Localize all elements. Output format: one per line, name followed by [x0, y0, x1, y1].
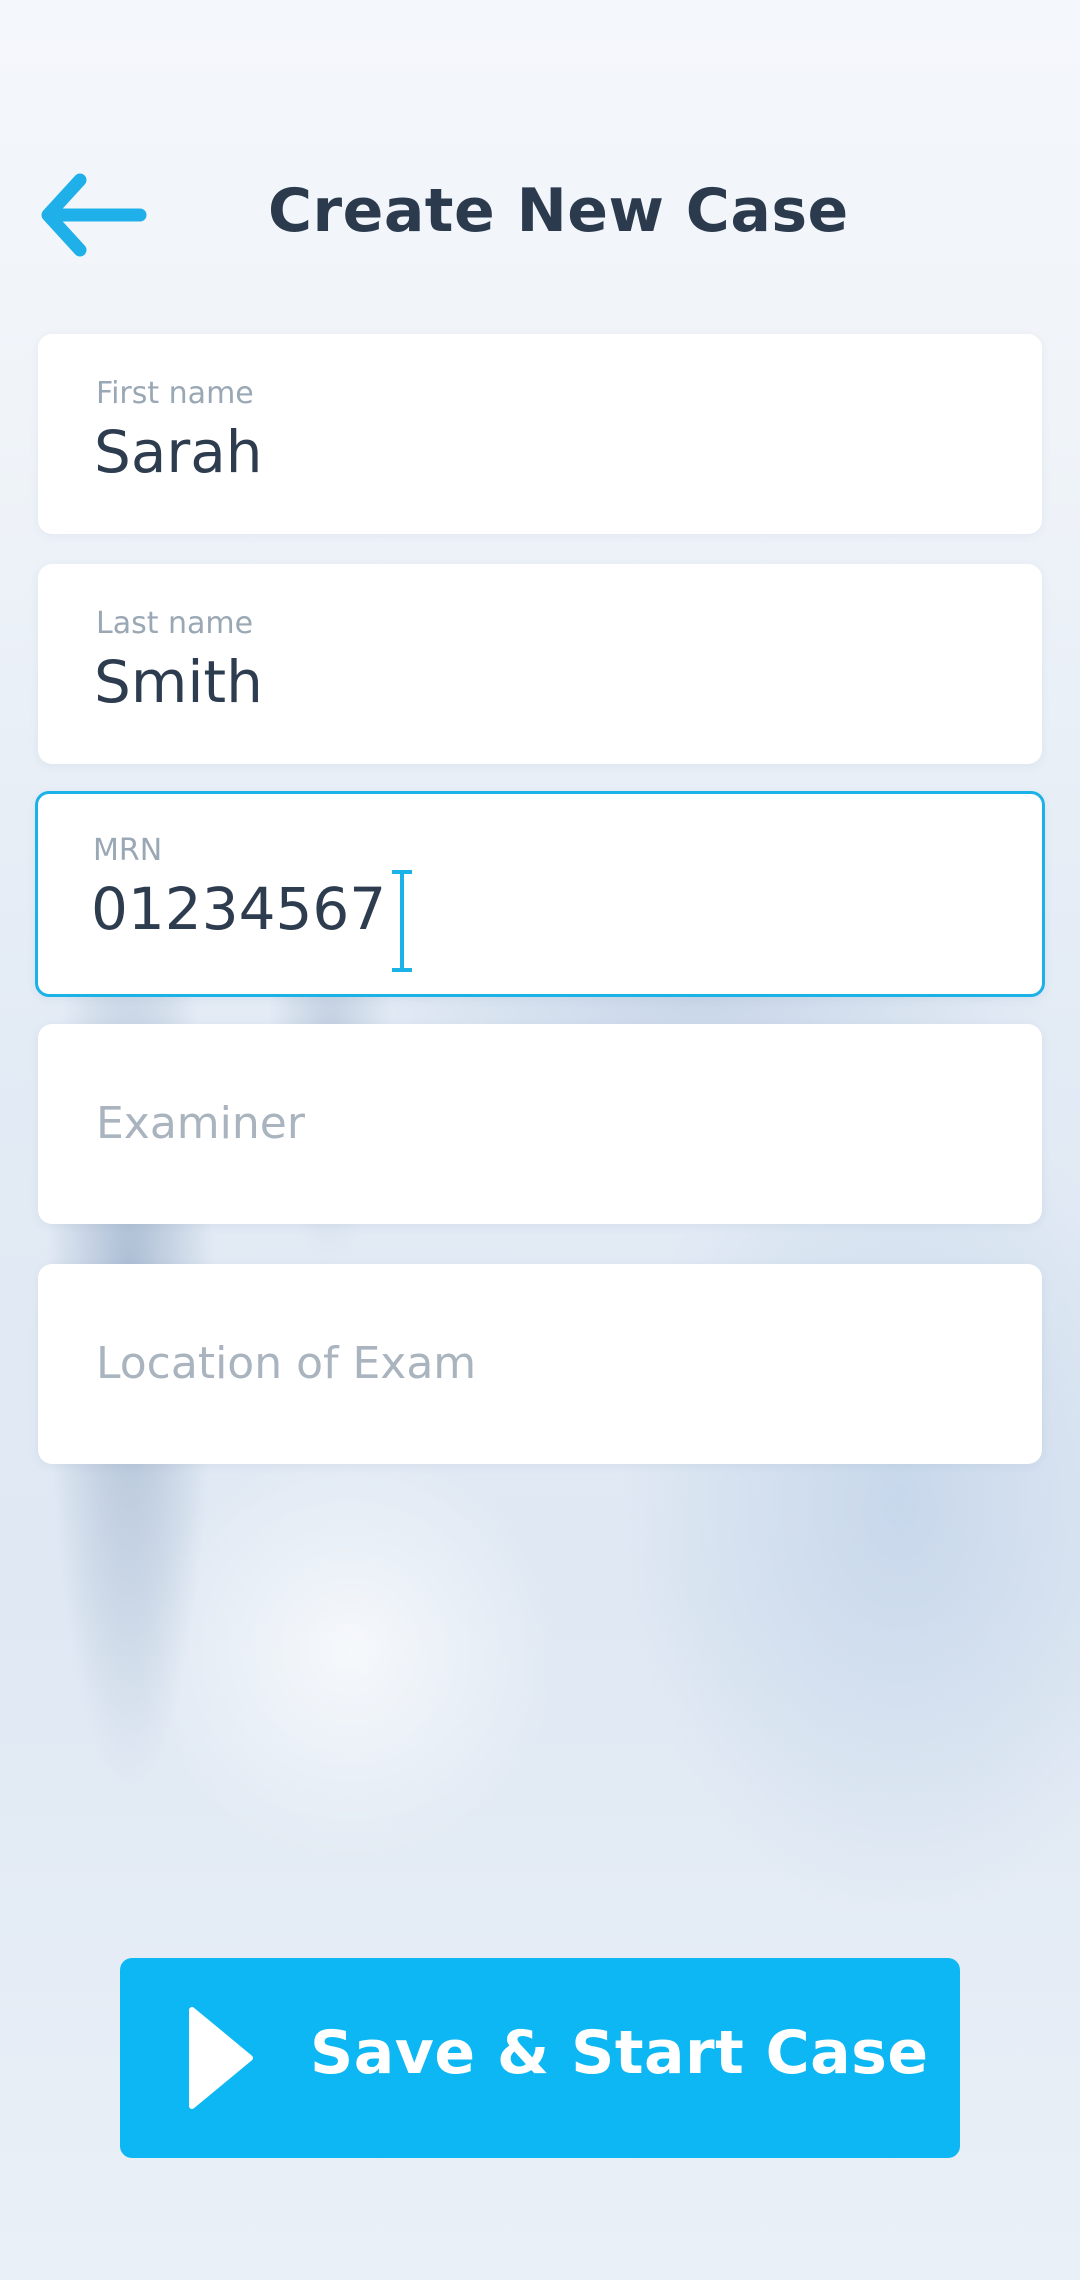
mrn-label: MRN: [93, 833, 163, 868]
first-name-field[interactable]: First name Sarah: [38, 334, 1042, 534]
location-placeholder: Location of Exam: [96, 1338, 477, 1389]
play-icon: [189, 2007, 253, 2109]
examiner-field[interactable]: Examiner: [38, 1024, 1042, 1224]
text-cursor-icon: [392, 870, 412, 972]
location-field[interactable]: Location of Exam: [38, 1264, 1042, 1464]
page-title: Create New Case: [268, 176, 849, 246]
arrow-left-icon: [41, 173, 147, 257]
back-button[interactable]: [40, 172, 150, 258]
header: Create New Case: [0, 150, 1080, 280]
last-name-value: Smith: [94, 648, 263, 716]
first-name-label: First name: [96, 376, 254, 411]
save-start-case-button[interactable]: Save & Start Case: [120, 1958, 960, 2158]
mrn-field[interactable]: MRN 01234567: [35, 791, 1045, 997]
mrn-value: 01234567: [91, 875, 387, 943]
first-name-value: Sarah: [94, 418, 263, 486]
last-name-field[interactable]: Last name Smith: [38, 564, 1042, 764]
last-name-label: Last name: [96, 606, 254, 641]
save-button-label: Save & Start Case: [310, 2018, 929, 2088]
examiner-placeholder: Examiner: [96, 1098, 305, 1149]
